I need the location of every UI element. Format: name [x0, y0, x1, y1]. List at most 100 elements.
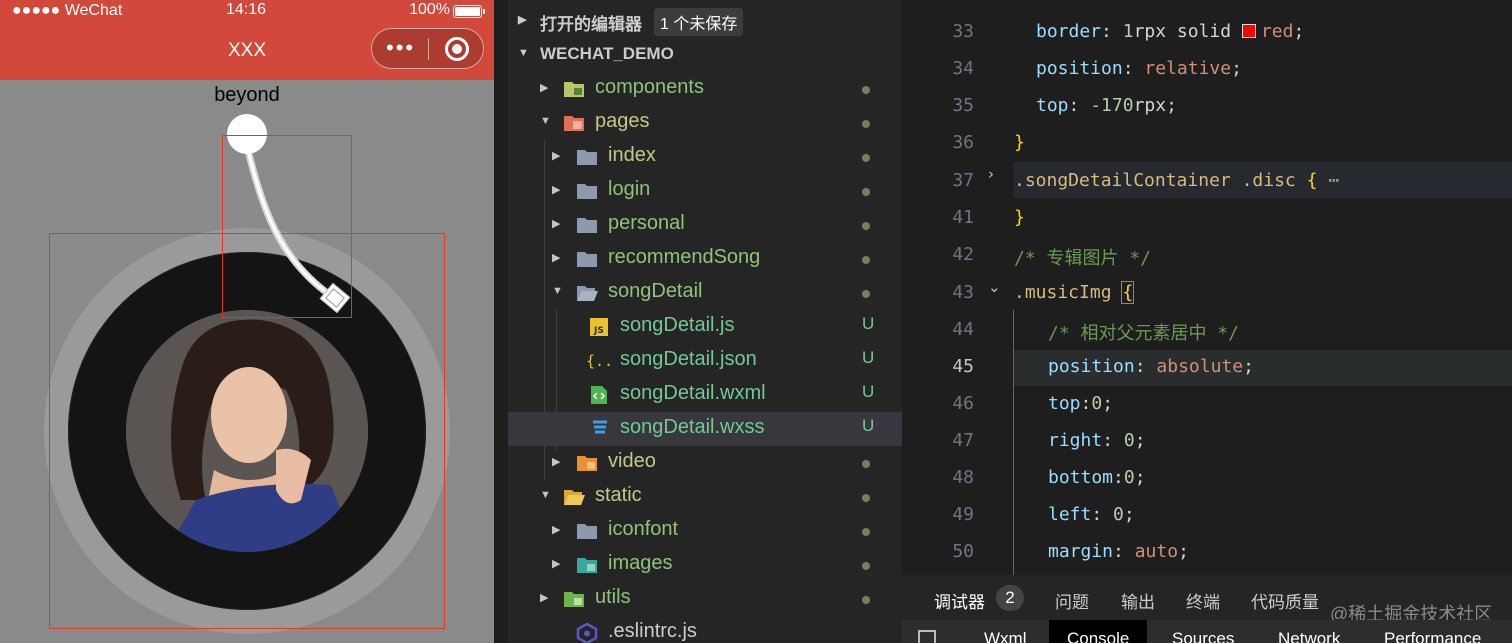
- devtools-tab-performance[interactable]: Performance: [1384, 629, 1481, 643]
- mini-program-capsule: •••: [371, 28, 484, 69]
- tab-debugger[interactable]: 调试器: [934, 588, 985, 613]
- tree-label: songDetail.json: [620, 348, 757, 370]
- phone-simulator: ●●●●● WeChat 14:16 100% XXX ••• beyond: [0, 0, 494, 643]
- chevron-right-icon: ▶: [552, 252, 561, 264]
- css-semicolon: ;: [1243, 356, 1254, 377]
- devtools-tab-console[interactable]: Console: [1049, 620, 1148, 643]
- code-line[interactable]: right: 0;: [1048, 430, 1146, 451]
- css-unit: rpx: [1133, 95, 1167, 116]
- css-colon: :: [1080, 393, 1092, 414]
- tree-folder-components[interactable]: ▶ components: [508, 72, 902, 106]
- tab-problems[interactable]: 问题: [1055, 588, 1089, 613]
- css-colon: :: [1101, 21, 1123, 42]
- tab-output[interactable]: 输出: [1121, 588, 1155, 613]
- css-selector: .musicImg: [1014, 282, 1112, 303]
- code-line[interactable]: border: 1rpx solid red;: [1036, 21, 1304, 42]
- code-line[interactable]: .musicImg {: [1014, 281, 1135, 304]
- tree-folder-login[interactable]: ▶ login: [508, 174, 902, 208]
- css-value: auto: [1134, 541, 1179, 562]
- line-number: 33: [952, 21, 974, 42]
- code-line[interactable]: left: 0;: [1048, 504, 1135, 525]
- chevron-right-icon: ▶: [518, 14, 527, 26]
- code-line[interactable]: margin: auto;: [1048, 541, 1189, 562]
- code-line[interactable]: top: -170rpx;: [1036, 95, 1177, 116]
- video-folder-icon: [576, 453, 598, 473]
- tree-folder-utils[interactable]: ▶ utils: [508, 582, 902, 616]
- tab-code-quality[interactable]: 代码质量: [1251, 588, 1319, 613]
- css-property: bottom: [1048, 467, 1114, 488]
- tree-label: .eslintrc.js: [608, 620, 697, 642]
- code-editor[interactable]: 33 border: 1rpx solid red; 34 position: …: [902, 0, 1512, 575]
- chevron-right-icon: ▶: [552, 456, 561, 468]
- git-status-dot: [862, 154, 870, 162]
- tree-file-eslintrc[interactable]: .eslintrc.js: [508, 616, 902, 643]
- close-circle-icon[interactable]: [445, 37, 469, 61]
- more-icon[interactable]: •••: [386, 37, 415, 59]
- devtools-tab-sources[interactable]: Sources: [1172, 629, 1234, 643]
- css-number: 1: [1122, 21, 1134, 42]
- battery-icon: [453, 5, 485, 18]
- tree-folder-personal[interactable]: ▶ personal: [508, 208, 902, 242]
- css-unit: rpx solid: [1133, 21, 1242, 42]
- css-property: border: [1036, 21, 1102, 42]
- code-line[interactable]: .songDetailContainer .disc { ⋯: [1014, 170, 1339, 191]
- devtools-tab-network[interactable]: Network: [1278, 629, 1340, 643]
- chevron-right-icon: ▶: [552, 150, 561, 162]
- chevron-right-icon: ▶: [540, 592, 549, 604]
- tree-file-songdetail-json[interactable]: {..} songDetail.json U: [508, 344, 902, 378]
- tree-folder-static[interactable]: ▼ static: [508, 480, 902, 514]
- git-untracked-badge: U: [862, 348, 875, 367]
- inspect-element-icon[interactable]: [918, 630, 936, 643]
- tree-label: songDetail.js: [620, 314, 735, 336]
- code-comment[interactable]: /* 专辑图片 */: [1014, 244, 1151, 270]
- debugger-count-badge: 2: [996, 585, 1024, 611]
- css-property: left: [1048, 504, 1092, 525]
- open-editors-section[interactable]: ▶ 打开的编辑器 1 个未保存: [508, 3, 902, 37]
- git-untracked-badge: U: [862, 382, 875, 401]
- css-semicolon: ;: [1134, 467, 1146, 488]
- wxml-file-icon: [590, 385, 612, 405]
- opening-brace: {: [1295, 170, 1318, 191]
- utils-folder-icon: [563, 589, 585, 609]
- tree-folder-index[interactable]: ▶ index: [508, 140, 902, 174]
- css-semicolon: ;: [1123, 504, 1135, 525]
- line-number: 41: [952, 207, 974, 228]
- css-number: 0: [1091, 393, 1103, 414]
- css-colon: :: [1102, 430, 1124, 451]
- indent-guide: [1013, 310, 1014, 575]
- color-swatch-icon[interactable]: [1241, 24, 1256, 38]
- tree-folder-songdetail[interactable]: ▼ songDetail: [508, 276, 902, 310]
- song-author: beyond: [214, 84, 280, 106]
- tree-folder-pages[interactable]: ▼ pages: [508, 106, 902, 140]
- fold-chevron-down-icon[interactable]: ⌄: [988, 278, 1001, 296]
- tree-file-songdetail-js[interactable]: JS songDetail.js U: [508, 310, 902, 344]
- tree-file-songdetail-wxml[interactable]: songDetail.wxml U: [508, 378, 902, 412]
- tab-terminal[interactable]: 终端: [1186, 588, 1220, 613]
- tree-folder-iconfont[interactable]: ▶ iconfont: [508, 514, 902, 548]
- code-line[interactable]: position: absolute;: [1048, 356, 1254, 377]
- closing-brace[interactable]: }: [1014, 132, 1025, 153]
- css-semicolon: ;: [1102, 393, 1114, 414]
- code-comment[interactable]: /* 相对父元素居中 */: [1048, 319, 1239, 345]
- line-number: 46: [952, 393, 974, 414]
- devtools-tab-wxml[interactable]: Wxml: [984, 629, 1026, 643]
- folded-ellipsis-icon[interactable]: ⋯: [1328, 170, 1339, 191]
- tree-folder-recommendsong[interactable]: ▶ recommendSong: [508, 242, 902, 276]
- open-editors-label: 打开的编辑器: [540, 15, 642, 34]
- git-status-dot: [862, 494, 870, 502]
- css-semicolon: ;: [1231, 58, 1242, 79]
- tree-label: static: [595, 484, 642, 506]
- git-untracked-badge: U: [862, 314, 875, 333]
- code-line[interactable]: bottom:0;: [1048, 467, 1146, 488]
- tree-file-songdetail-wxss[interactable]: songDetail.wxss U: [508, 412, 902, 446]
- css-property: position: [1036, 58, 1123, 79]
- closing-brace[interactable]: }: [1014, 207, 1025, 228]
- code-line[interactable]: top:0;: [1048, 393, 1113, 414]
- code-line[interactable]: position: relative;: [1036, 58, 1242, 79]
- tree-label: components: [595, 76, 704, 98]
- fold-chevron-right-icon[interactable]: ›: [988, 165, 994, 183]
- tree-folder-video[interactable]: ▶ video: [508, 446, 902, 480]
- tree-folder-images[interactable]: ▶ images: [508, 548, 902, 582]
- project-section[interactable]: ▼ WECHAT_DEMO: [508, 37, 902, 71]
- chevron-down-icon: ▼: [540, 489, 551, 501]
